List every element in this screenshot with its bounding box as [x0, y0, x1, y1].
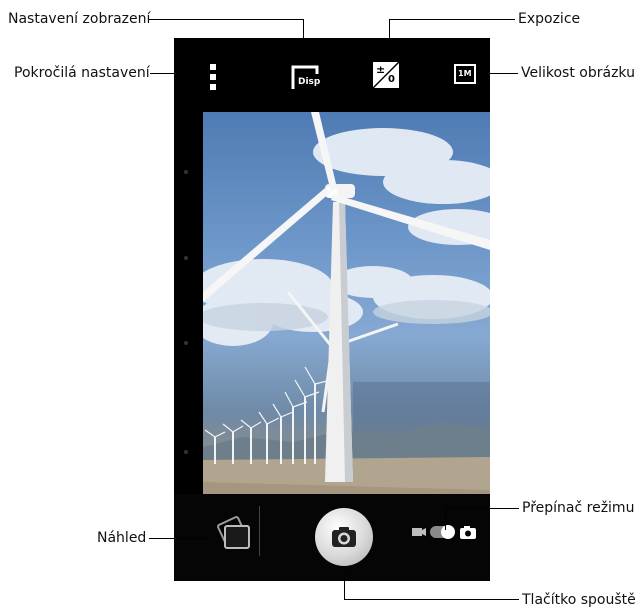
- photo-camera-icon: [460, 526, 476, 539]
- disp-icon-text: Disp: [298, 77, 321, 87]
- viewfinder-image: [203, 112, 490, 542]
- disp-icon[interactable]: Disp: [290, 62, 320, 92]
- leader-mode-switch-v: [445, 508, 446, 530]
- exposure-plus: ±: [376, 63, 386, 76]
- exposure-icon[interactable]: ± 0: [373, 62, 399, 88]
- callout-mode-switch: Přepínač režimu: [522, 500, 635, 516]
- callout-image-size: Velikost obrázku: [521, 65, 635, 81]
- leader-exposure-v: [389, 19, 390, 54]
- side-indicator-dot: [184, 341, 188, 345]
- mode-switch-toggle[interactable]: [410, 523, 482, 541]
- camera-top-bar: Disp ± 0 1M: [174, 38, 490, 110]
- image-size-text: 1M: [458, 69, 472, 78]
- video-icon: [412, 528, 426, 536]
- camera-bottom-bar: [174, 494, 490, 581]
- exposure-zero: 0: [388, 74, 395, 85]
- leader-display-settings-h: [149, 19, 304, 20]
- shutter-button[interactable]: [315, 508, 373, 566]
- callout-display-settings: Nastavení zobrazení: [8, 11, 151, 27]
- leader-preview: [149, 538, 207, 539]
- leader-image-size: [476, 73, 518, 74]
- side-indicator-dot: [184, 256, 188, 260]
- camera-icon: [332, 527, 356, 547]
- callout-preview: Náhled: [97, 530, 147, 546]
- callout-shutter-button: Tlačítko spouště: [522, 592, 636, 608]
- callout-exposure: Expozice: [518, 11, 581, 27]
- camera-screen: Disp ± 0 1M: [174, 38, 490, 581]
- side-indicator-dot: [184, 450, 188, 454]
- resolution-1m-icon[interactable]: 1M: [454, 64, 476, 84]
- leader-display-settings-v: [303, 19, 304, 54]
- wind-turbine-photo: [203, 112, 490, 542]
- leader-mode-switch-h: [445, 508, 519, 509]
- callout-advanced-settings: Pokročilá nastavení: [14, 65, 150, 81]
- leader-advanced-settings: [150, 73, 206, 74]
- vertical-dots-icon[interactable]: [208, 64, 218, 90]
- gallery-icon[interactable]: [211, 506, 260, 556]
- leader-exposure-h: [389, 19, 515, 20]
- side-indicator-dot: [184, 170, 188, 174]
- leader-shutter-h: [344, 599, 519, 600]
- leader-shutter-v: [344, 574, 345, 600]
